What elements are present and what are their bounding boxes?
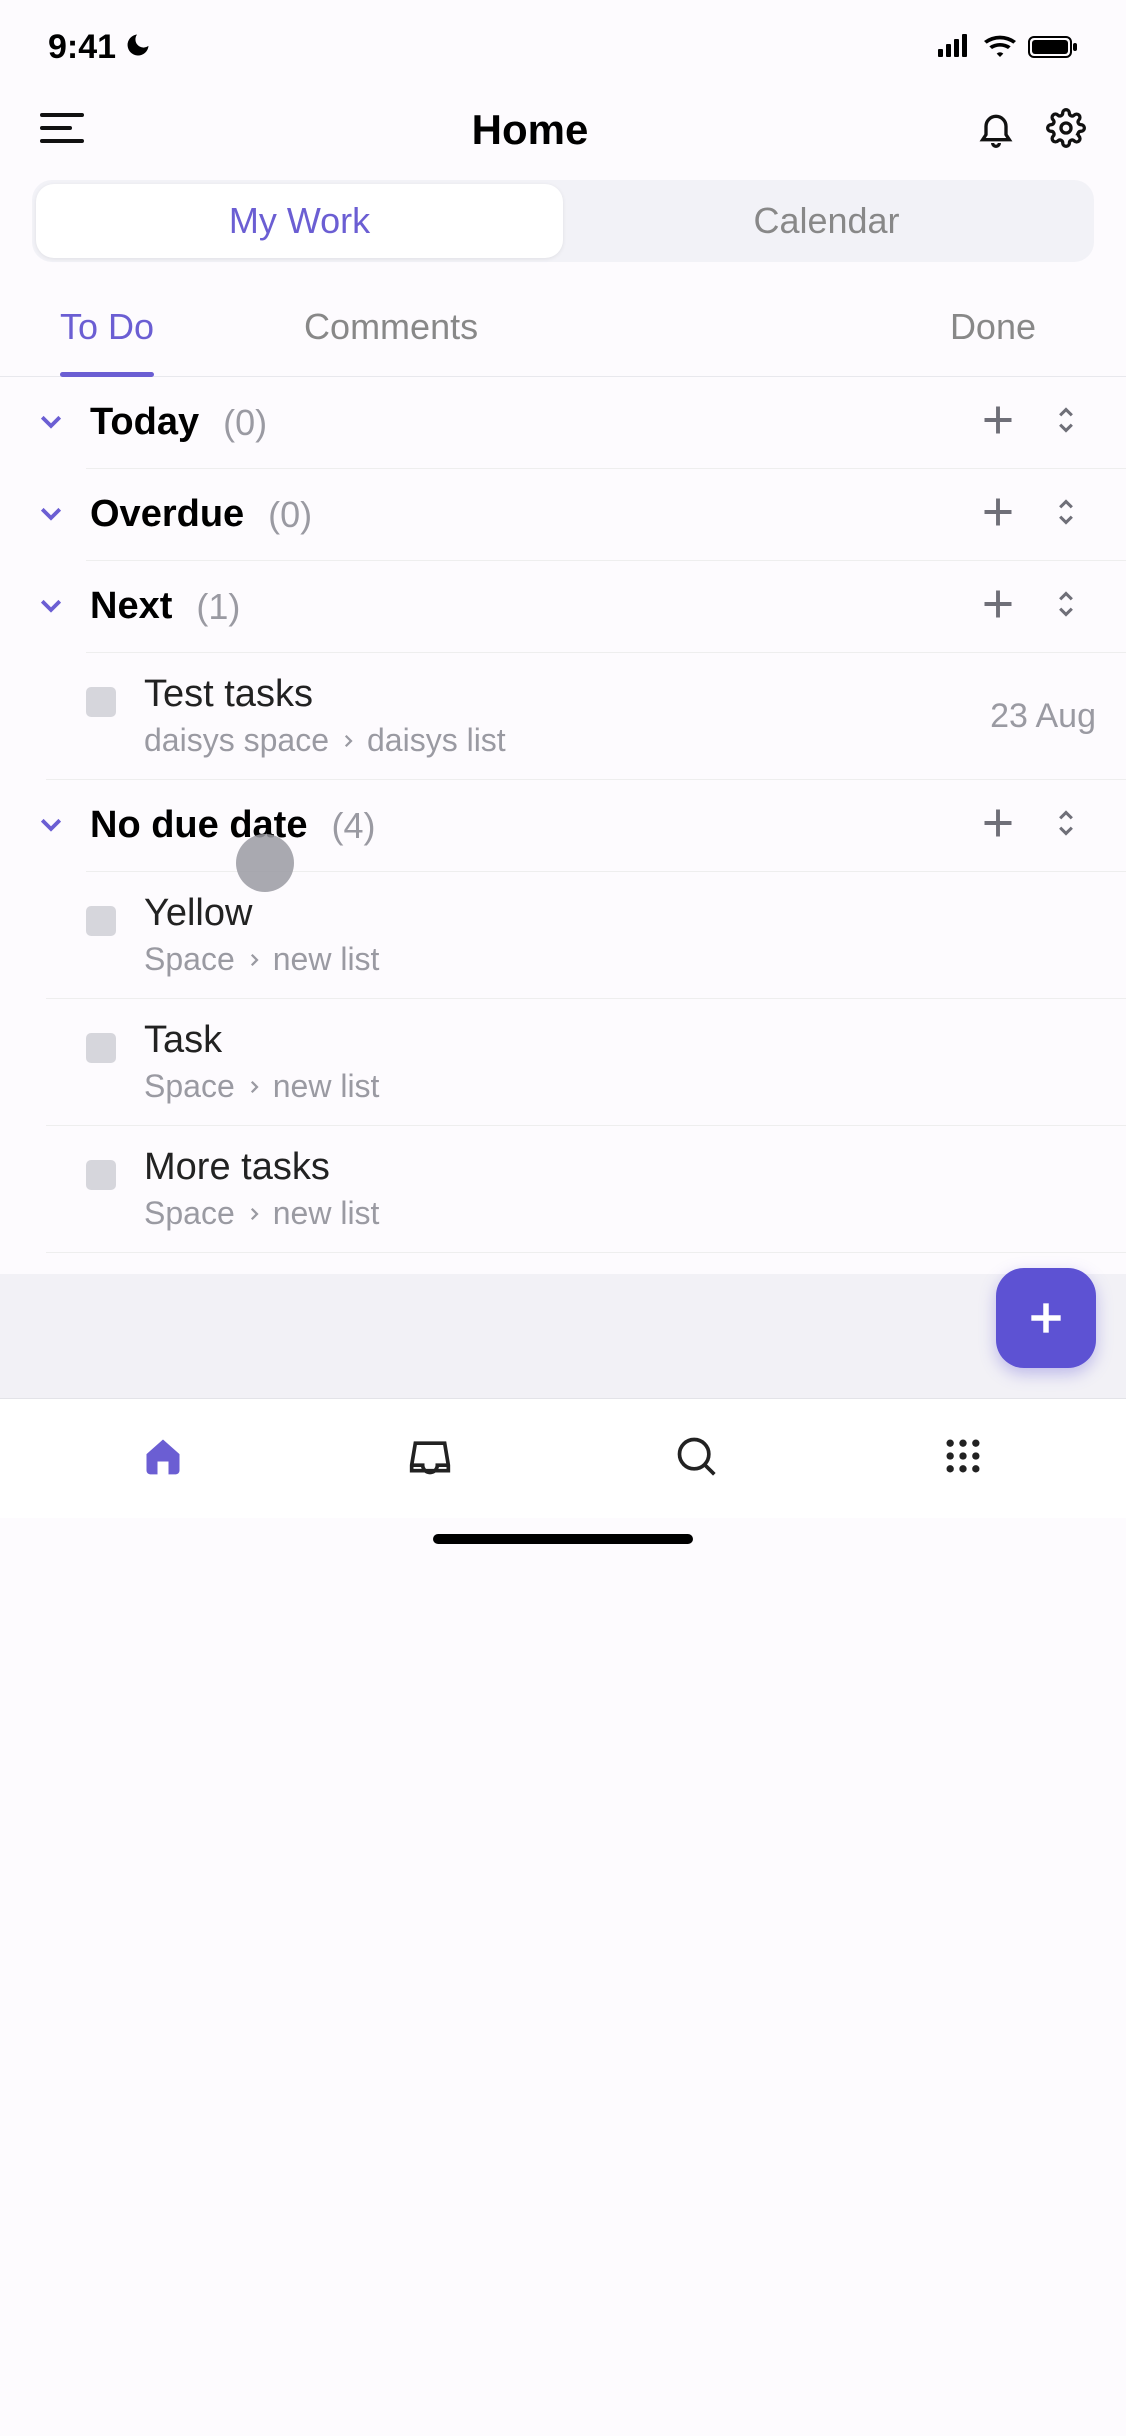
task-breadcrumb: Space new list	[144, 1195, 1096, 1232]
chevron-down-icon	[36, 406, 70, 440]
notifications-button[interactable]	[976, 108, 1016, 153]
task-space: Space	[144, 941, 235, 978]
list-end-area	[0, 1274, 1126, 1398]
chevron-down-icon	[36, 809, 70, 843]
task-body: Test tasks daisys space daisys list	[144, 673, 990, 759]
reorder-button[interactable]	[1052, 805, 1080, 846]
status-bar: 9:41	[0, 0, 1126, 80]
status-left: 9:41	[48, 28, 152, 67]
nav-home-button[interactable]	[141, 1434, 185, 1483]
section-actions	[980, 586, 1090, 627]
add-task-button[interactable]	[980, 402, 1016, 443]
menu-button[interactable]	[40, 110, 84, 151]
task-list: new list	[273, 1195, 380, 1232]
section-header-next[interactable]: Next (1)	[0, 561, 1126, 652]
chevron-right-icon	[245, 1205, 263, 1223]
task-space: Space	[144, 1068, 235, 1105]
chevron-right-icon	[245, 1078, 263, 1096]
status-time: 9:41	[48, 28, 116, 67]
reorder-button[interactable]	[1052, 586, 1080, 627]
nav-inbox-button[interactable]	[408, 1434, 452, 1483]
task-list: new list	[273, 1068, 380, 1105]
section-title: Overdue	[90, 493, 244, 536]
segment-my-work[interactable]: My Work	[36, 184, 563, 258]
section-count: (0)	[268, 494, 312, 536]
task-space: Space	[144, 1195, 235, 1232]
task-checkbox[interactable]	[86, 1160, 116, 1190]
chevron-right-icon	[339, 732, 357, 750]
section-header-overdue[interactable]: Overdue (0)	[0, 469, 1126, 560]
wifi-icon	[984, 33, 1016, 62]
task-row[interactable]: Test tasks daisys space daisys list 23 A…	[46, 653, 1126, 780]
task-due-date: 23 Aug	[990, 697, 1096, 736]
task-title: Test tasks	[144, 673, 990, 716]
section-actions	[980, 402, 1090, 443]
page-title: Home	[84, 106, 976, 154]
task-sections: Today (0) Overdue (0) Next (1) Test task…	[0, 377, 1126, 1379]
app-header: Home	[0, 80, 1126, 180]
task-row[interactable]: Yellow Space new list	[46, 872, 1126, 999]
header-actions	[976, 108, 1086, 153]
section-actions	[980, 494, 1090, 535]
task-breadcrumb: Space new list	[144, 1068, 1096, 1105]
task-row[interactable]: Task Space new list	[46, 999, 1126, 1126]
settings-button[interactable]	[1046, 108, 1086, 153]
task-title: Yellow	[144, 892, 1096, 935]
task-checkbox[interactable]	[86, 906, 116, 936]
touch-indicator	[236, 834, 294, 892]
bottom-nav	[0, 1398, 1126, 1518]
section-actions	[980, 805, 1090, 846]
view-segmented-control: My Work Calendar	[32, 180, 1094, 262]
home-indicator[interactable]	[433, 1534, 693, 1544]
task-breadcrumb: Space new list	[144, 941, 1096, 978]
add-fab-button[interactable]	[996, 1268, 1096, 1368]
add-task-button[interactable]	[980, 805, 1016, 846]
task-breadcrumb: daisys space daisys list	[144, 722, 990, 759]
reorder-button[interactable]	[1052, 402, 1080, 443]
section-title: Today	[90, 401, 199, 444]
nav-search-button[interactable]	[674, 1434, 718, 1483]
nav-more-button[interactable]	[941, 1434, 985, 1483]
task-row[interactable]: More tasks Space new list	[46, 1126, 1126, 1253]
sub-tabs: To Do Comments Done	[0, 288, 1126, 377]
section-header-no-due-date[interactable]: No due date (4)	[0, 780, 1126, 871]
tab-done[interactable]: Done	[920, 288, 1096, 376]
add-task-button[interactable]	[980, 586, 1016, 627]
task-list: daisys list	[367, 722, 506, 759]
chevron-right-icon	[245, 951, 263, 969]
task-checkbox[interactable]	[86, 1033, 116, 1063]
section-title: Next	[90, 585, 172, 628]
section-count: (4)	[331, 805, 375, 847]
task-title: More tasks	[144, 1146, 1096, 1189]
segment-calendar[interactable]: Calendar	[563, 184, 1090, 258]
chevron-down-icon	[36, 498, 70, 532]
section-header-today[interactable]: Today (0)	[0, 377, 1126, 468]
moon-icon	[124, 31, 152, 64]
tab-comments[interactable]: Comments	[274, 288, 508, 376]
add-task-button[interactable]	[980, 494, 1016, 535]
chevron-down-icon	[36, 590, 70, 624]
signal-icon	[938, 33, 972, 62]
status-right	[938, 33, 1078, 62]
task-list: new list	[273, 941, 380, 978]
task-space: daisys space	[144, 722, 329, 759]
task-checkbox[interactable]	[86, 687, 116, 717]
section-count: (1)	[196, 586, 240, 628]
task-body: Yellow Space new list	[144, 892, 1096, 978]
task-title: Task	[144, 1019, 1096, 1062]
battery-icon	[1028, 35, 1078, 59]
reorder-button[interactable]	[1052, 494, 1080, 535]
section-count: (0)	[223, 402, 267, 444]
task-body: Task Space new list	[144, 1019, 1096, 1105]
tab-todo[interactable]: To Do	[30, 288, 184, 376]
task-body: More tasks Space new list	[144, 1146, 1096, 1232]
